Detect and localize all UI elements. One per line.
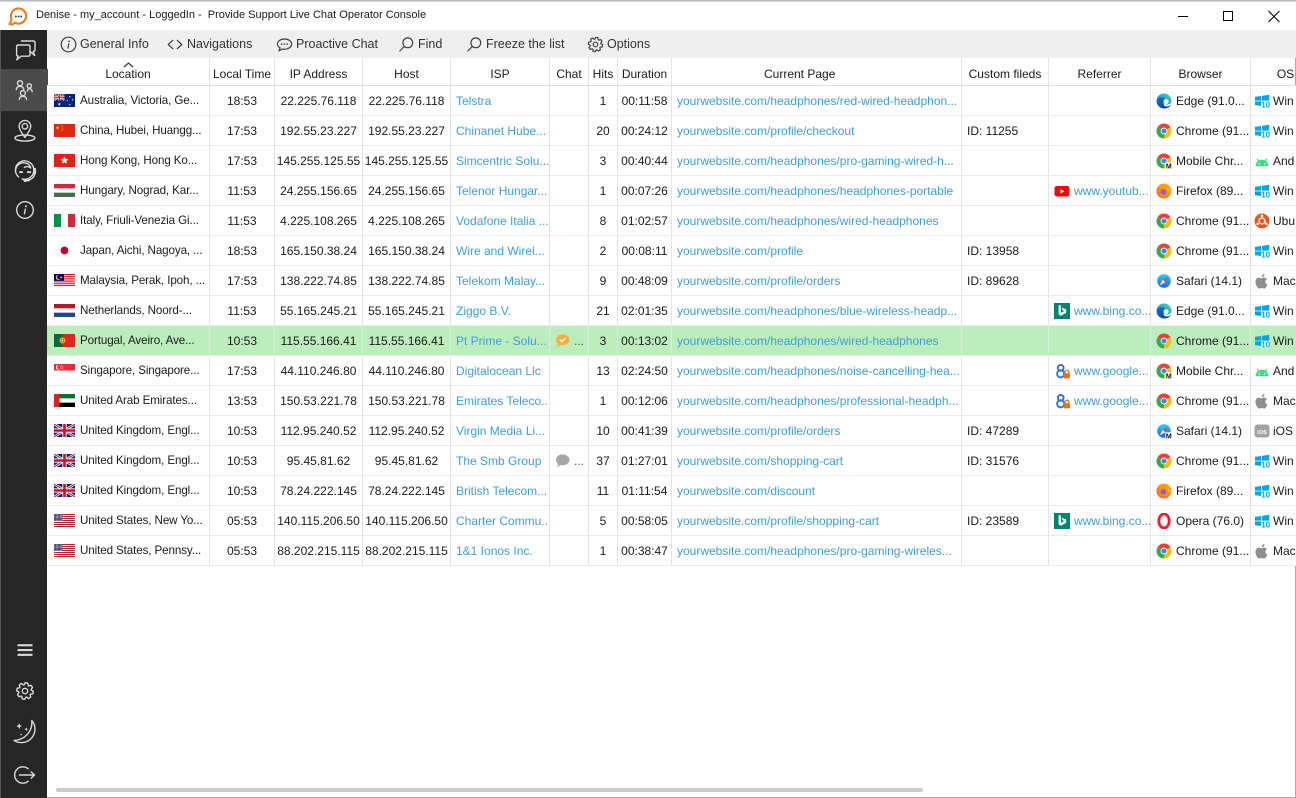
svg-text:10: 10 (1261, 490, 1270, 498)
svg-text:M: M (1166, 373, 1172, 378)
svg-text:10: 10 (1261, 310, 1270, 318)
svg-text:10: 10 (1261, 520, 1270, 528)
svg-text:10: 10 (1261, 460, 1270, 468)
svg-text:10: 10 (1261, 340, 1270, 348)
svg-text:10: 10 (1261, 130, 1270, 138)
svg-text:M: M (1166, 433, 1172, 438)
svg-text:iOS: iOS (1257, 429, 1267, 435)
svg-text:M: M (1166, 163, 1172, 168)
svg-text:10: 10 (1261, 250, 1270, 258)
svg-text:10: 10 (1261, 190, 1270, 198)
svg-text:10: 10 (1261, 100, 1270, 108)
